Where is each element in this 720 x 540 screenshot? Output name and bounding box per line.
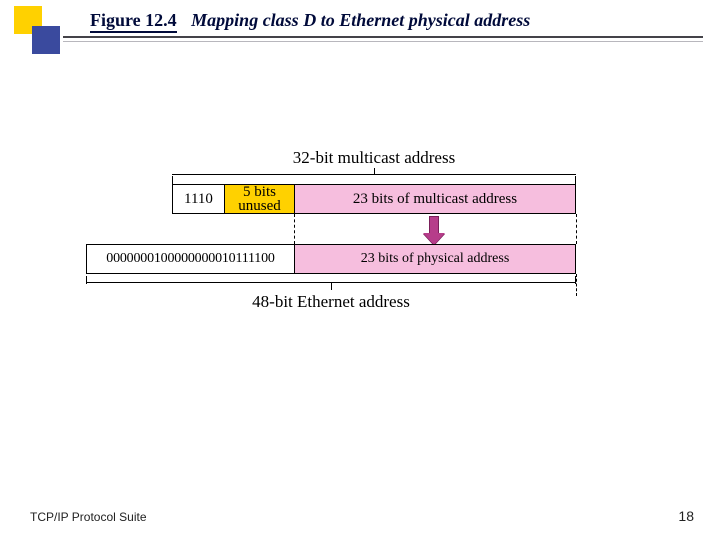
title-rule-dark <box>63 36 703 38</box>
cell-ethernet-oui-bits: 0000000100000000010111100 <box>87 245 295 273</box>
cell-23bit-physical: 23 bits of physical address <box>295 245 575 273</box>
label-48bit: 48-bit Ethernet address <box>86 292 576 312</box>
figure-number: Figure 12.4 <box>90 10 177 33</box>
cell-classD-prefix: 1110 <box>173 185 225 213</box>
row-32bit-address: 1110 5 bits unused 23 bits of multicast … <box>172 184 576 214</box>
brace-bottom <box>86 278 576 292</box>
footer-source: TCP/IP Protocol Suite <box>30 510 147 524</box>
decor-square-blue <box>32 26 60 54</box>
title-rule-light <box>63 41 703 42</box>
brace-top <box>172 168 576 182</box>
cell-23bit-multicast: 23 bits of multicast address <box>295 185 575 213</box>
mapping-arrow-icon <box>426 216 442 244</box>
dashed-guide-right-top <box>576 214 577 244</box>
row-48bit-address: 0000000100000000010111100 23 bits of phy… <box>86 244 576 274</box>
dashed-guide-right-bottom <box>576 274 577 296</box>
page-number: 18 <box>678 508 694 524</box>
dashed-guide-left <box>294 214 295 244</box>
figure-caption: Mapping class D to Ethernet physical add… <box>191 10 530 30</box>
cell-5bits-unused: 5 bits unused <box>225 185 295 213</box>
slide-title: Figure 12.4 Mapping class D to Ethernet … <box>90 10 530 31</box>
label-32bit: 32-bit multicast address <box>172 148 576 168</box>
